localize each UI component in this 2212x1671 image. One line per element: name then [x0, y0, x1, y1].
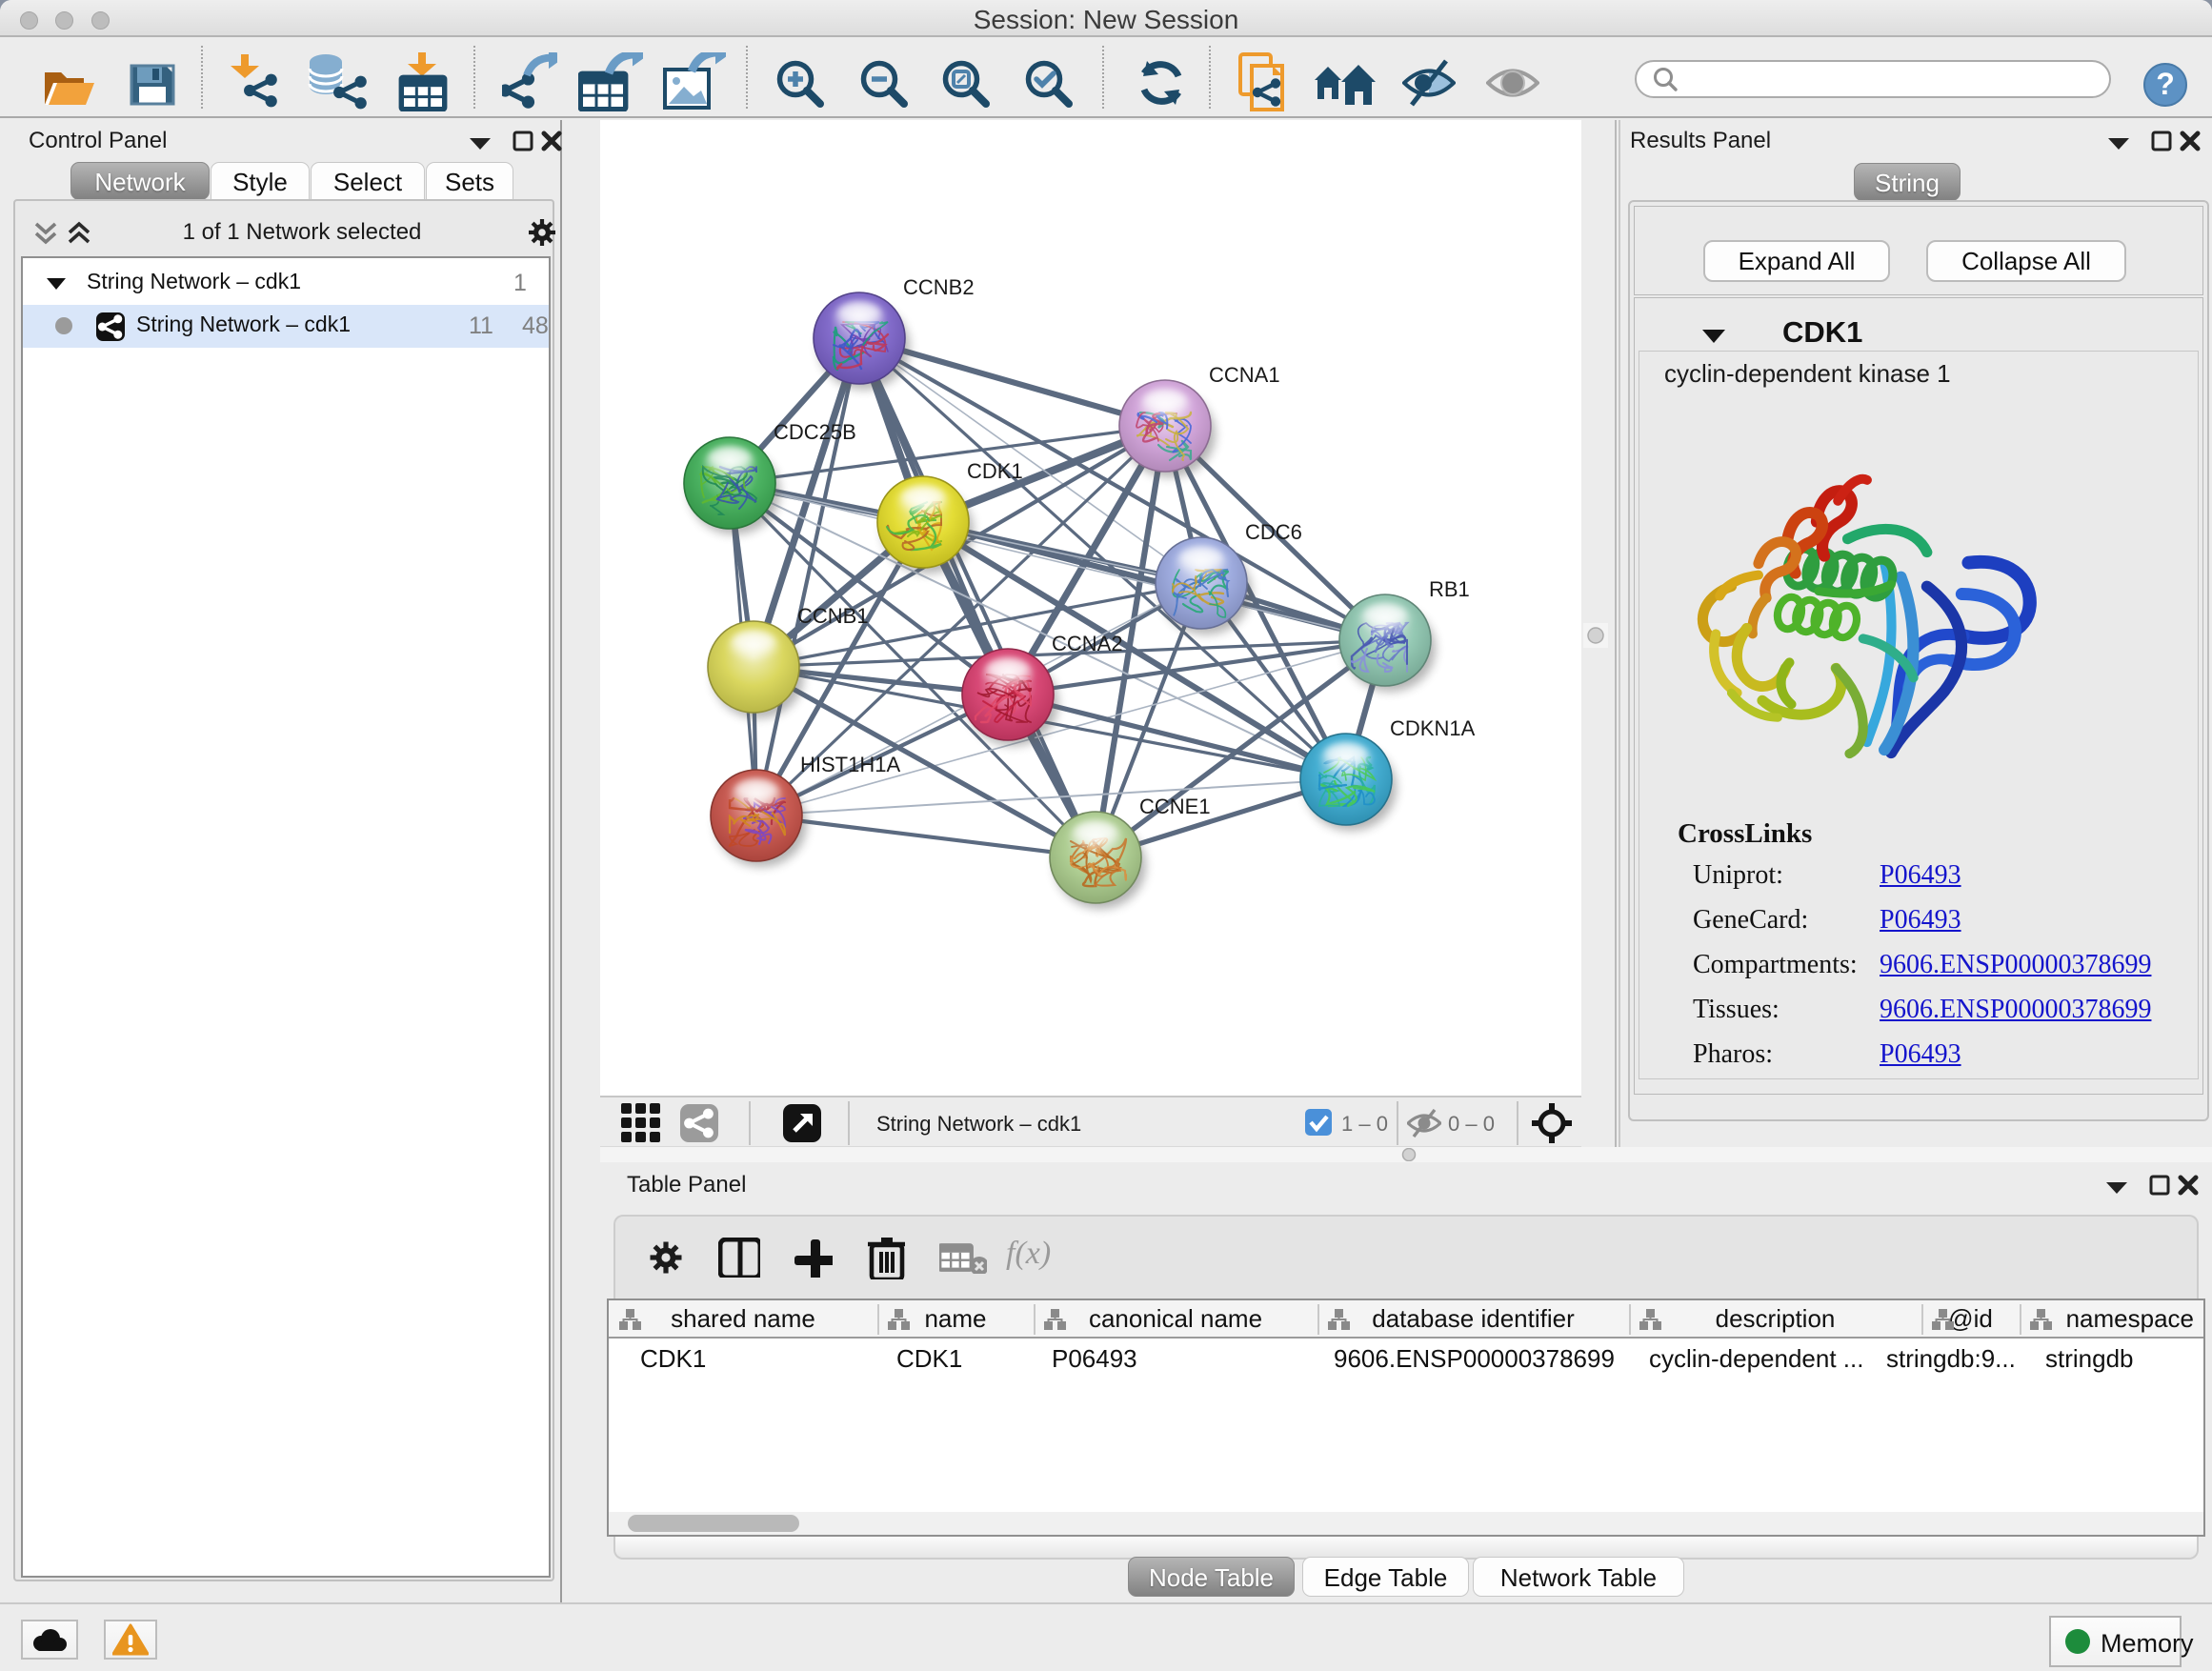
svg-text:CCNA2: CCNA2 — [1052, 632, 1123, 655]
svg-text:?: ? — [2156, 67, 2175, 101]
svg-text:CCNB1: CCNB1 — [797, 604, 869, 628]
svg-text:CCNE1: CCNE1 — [1139, 795, 1211, 818]
svg-text:CDC25B: CDC25B — [774, 420, 856, 444]
svg-text:CDKN1A: CDKN1A — [1390, 716, 1476, 740]
svg-text:RB1: RB1 — [1429, 577, 1470, 601]
svg-text:HIST1H1A: HIST1H1A — [800, 753, 900, 776]
svg-text:CCNA1: CCNA1 — [1209, 363, 1280, 387]
svg-text:CCNB2: CCNB2 — [903, 275, 975, 299]
svg-text:CDK1: CDK1 — [967, 459, 1023, 483]
svg-text:CDC6: CDC6 — [1245, 520, 1302, 544]
